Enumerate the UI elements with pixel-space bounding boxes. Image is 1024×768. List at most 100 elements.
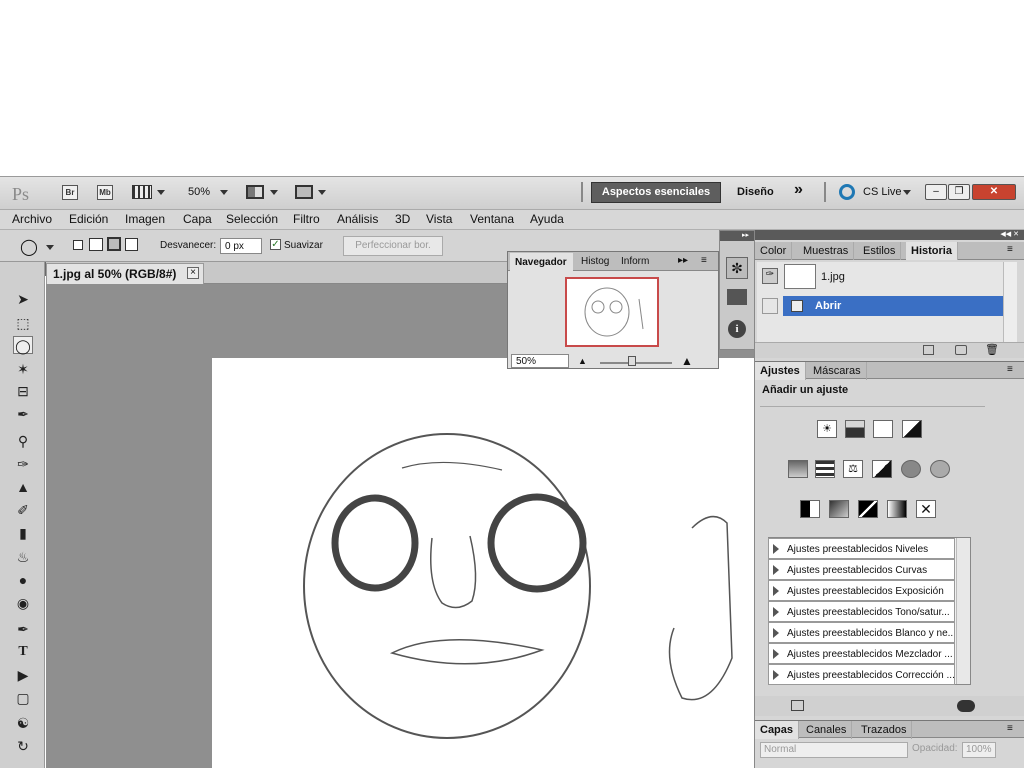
marquee-tool-icon[interactable]: ⬚ (13, 314, 33, 332)
photo-filter-icon[interactable] (901, 460, 921, 478)
hue-saturation-icon[interactable] (815, 460, 835, 478)
snapshot-name[interactable]: 1.jpg (821, 271, 845, 283)
new-document-from-state-icon[interactable] (923, 345, 934, 355)
presets-scrollbar[interactable] (956, 538, 970, 684)
exposure-icon[interactable] (902, 420, 922, 438)
panel-menu-icon[interactable]: ≡ (1007, 723, 1013, 734)
zoom-level[interactable]: 50% (188, 186, 210, 198)
history-source-checkbox[interactable] (762, 298, 778, 314)
close-document-button[interactable]: × (187, 267, 199, 279)
lasso-tool-icon[interactable]: ◯ (13, 336, 33, 354)
healing-brush-tool-icon[interactable]: ⚲ (13, 432, 33, 450)
preset-blanco-negro[interactable]: Ajustes preestablecidos Blanco y ne... (768, 622, 955, 643)
document-tab[interactable]: 1.jpg al 50% (RGB/8#) (46, 263, 204, 284)
tab-masks[interactable]: Máscaras (808, 362, 867, 380)
zoom-slider-thumb[interactable] (628, 356, 636, 366)
magic-wand-tool-icon[interactable]: ✶ (13, 360, 33, 378)
gradient-map-icon[interactable] (887, 500, 907, 518)
menu-imagen[interactable]: Imagen (125, 212, 165, 226)
zoom-slider-track[interactable] (600, 362, 672, 364)
posterize-icon[interactable] (829, 500, 849, 518)
path-selection-tool-icon[interactable]: ▶ (13, 666, 33, 684)
navigator-preview[interactable] (565, 277, 659, 347)
brightness-contrast-icon[interactable]: ☀ (817, 420, 837, 438)
polygonal-lasso-icon[interactable]: ◯ (20, 237, 38, 257)
selective-color-icon[interactable]: ✕ (916, 500, 936, 518)
chevron-down-icon[interactable] (318, 190, 326, 195)
move-tool-icon[interactable]: ➤ (13, 290, 33, 308)
preset-correccion[interactable]: Ajustes preestablecidos Corrección ... (768, 664, 955, 685)
color-balance-icon[interactable]: ⚖ (843, 460, 863, 478)
preset-niveles[interactable]: Ajustes preestablecidos Niveles (768, 538, 955, 559)
add-selection-icon[interactable] (89, 238, 103, 251)
chevron-down-icon[interactable] (220, 190, 228, 195)
menu-seleccion[interactable]: Selección (226, 212, 278, 226)
clone-stamp-tool-icon[interactable]: ▲ (13, 478, 33, 496)
tab-color[interactable]: Color (755, 242, 793, 260)
more-workspaces-button[interactable]: » (794, 181, 803, 199)
shape-tool-icon[interactable]: ▢ (13, 689, 33, 707)
extras-icon[interactable] (132, 185, 152, 199)
panel-menu-icon[interactable]: ≡ (1007, 364, 1013, 375)
panel-menu-icon[interactable]: ≡ (1007, 244, 1013, 255)
expand-icon[interactable]: ▸▸ (678, 255, 688, 266)
threshold-icon[interactable] (858, 500, 878, 518)
menu-filtro[interactable]: Filtro (293, 212, 320, 226)
chevron-down-icon[interactable] (157, 190, 165, 195)
3d-rotate-tool-icon[interactable]: ☯ (13, 714, 33, 732)
menu-edicion[interactable]: Edición (69, 212, 108, 226)
minibridge-button[interactable]: Mb (97, 185, 113, 200)
vibrance-icon[interactable] (788, 460, 808, 478)
info-dock-icon[interactable]: i (728, 320, 746, 338)
black-white-icon[interactable] (872, 460, 892, 478)
chevron-down-icon[interactable] (903, 190, 911, 195)
menu-3d[interactable]: 3D (395, 212, 410, 226)
levels-icon[interactable] (845, 420, 865, 438)
tab-histogram[interactable]: Histog (581, 256, 609, 267)
panel-menu-icon[interactable]: ≡ (701, 255, 707, 266)
bridge-button[interactable]: Br (62, 185, 78, 200)
tab-styles[interactable]: Estilos (858, 242, 902, 260)
antialias-checkbox[interactable]: ✓ (270, 239, 281, 250)
tab-navigator[interactable]: Navegador (510, 253, 573, 271)
zoom-in-icon[interactable]: ▲ (681, 354, 693, 368)
crop-tool-icon[interactable]: ⊟ (13, 382, 33, 400)
refine-edge-button[interactable]: Perfeccionar bor. (343, 236, 443, 256)
menu-ventana[interactable]: Ventana (470, 212, 514, 226)
clip-to-layer-icon[interactable] (957, 700, 975, 712)
menu-archivo[interactable]: Archivo (12, 212, 52, 226)
close-window-button[interactable]: ✕ (972, 184, 1016, 200)
channel-mixer-icon[interactable] (930, 460, 950, 478)
tab-swatches[interactable]: Muestras (798, 242, 855, 260)
history-brush-tool-icon[interactable]: ✐ (13, 501, 33, 519)
preset-tono-saturacion[interactable]: Ajustes preestablecidos Tono/satur... (768, 601, 955, 622)
menu-vista[interactable]: Vista (426, 212, 452, 226)
zoom-out-icon[interactable]: ▲ (578, 356, 587, 366)
cslive-button[interactable]: CS Live (863, 186, 902, 198)
subtract-selection-icon[interactable] (107, 237, 121, 251)
preset-curvas[interactable]: Ajustes preestablecidos Curvas (768, 559, 955, 580)
tab-adjustments[interactable]: Ajustes (755, 362, 806, 380)
tab-layers[interactable]: Capas (755, 721, 800, 739)
invert-icon[interactable] (800, 500, 820, 518)
menu-analisis[interactable]: Análisis (337, 212, 378, 226)
type-tool-icon[interactable]: T (13, 643, 33, 661)
workspace-design-button[interactable]: Diseño (737, 186, 774, 198)
screen-mode-icon[interactable] (295, 185, 313, 199)
tab-paths[interactable]: Trazados (856, 721, 913, 739)
preset-mezclador[interactable]: Ajustes preestablecidos Mezclador ... (768, 643, 955, 664)
maximize-button[interactable]: ❐ (948, 184, 970, 200)
eraser-tool-icon[interactable]: ▮ (13, 524, 33, 542)
histogram-dock-icon[interactable] (727, 289, 747, 305)
minimize-button[interactable]: – (925, 184, 947, 200)
blur-tool-icon[interactable]: ● (13, 571, 33, 589)
pen-tool-icon[interactable]: ✒ (13, 620, 33, 638)
chevron-down-icon[interactable] (46, 245, 54, 250)
trash-icon[interactable]: 🗑 (985, 343, 999, 356)
preset-exposicion[interactable]: Ajustes preestablecidos Exposición (768, 580, 955, 601)
navigator-zoom-input[interactable]: 50% (511, 354, 569, 368)
navigator-dock-icon[interactable]: ✼ (726, 257, 748, 279)
chevron-down-icon[interactable] (270, 190, 278, 195)
arrange-documents-icon[interactable] (246, 185, 264, 199)
curves-icon[interactable] (873, 420, 893, 438)
